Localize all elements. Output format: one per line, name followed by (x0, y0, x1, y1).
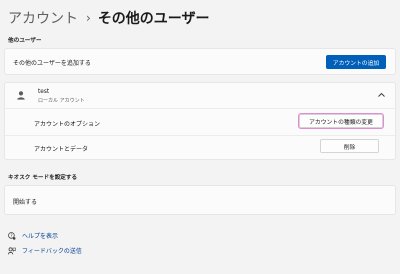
user-card-test: test ローカル アカウント アカウントのオプション アカウントの種類の変更 … (4, 82, 396, 160)
divider (5, 135, 395, 136)
help-icon: ? (8, 231, 16, 240)
page-title: その他のユーザー (97, 11, 210, 27)
help-link-text[interactable]: ヘルプを表示 (22, 231, 58, 240)
account-options-label: アカウントのオプション (34, 121, 101, 128)
add-account-button[interactable]: アカウントの追加 (326, 55, 386, 69)
add-user-card: その他のユーザーを追加する アカウントの追加 (4, 48, 396, 75)
divider (5, 108, 395, 109)
user-name: test (38, 89, 50, 95)
kiosk-section-title: キオスク モードを設定する (8, 175, 78, 181)
kiosk-start-label: 開始する (13, 199, 38, 206)
delete-account-button[interactable]: 削除 (320, 139, 379, 153)
account-data-label: アカウントとデータ (34, 146, 89, 153)
feedback-link-text[interactable]: フィードバックの送信 (22, 246, 82, 255)
add-other-user-label: その他のユーザーを追加する (13, 60, 91, 67)
breadcrumb: アカウント › その他のユーザー (8, 8, 210, 28)
breadcrumb-parent-accounts[interactable]: アカウント (8, 8, 78, 28)
chevron-up-icon[interactable] (378, 93, 385, 97)
kiosk-start-card[interactable]: 開始する (4, 185, 396, 215)
person-icon (17, 91, 25, 100)
help-link[interactable]: ? ヘルプを表示 (8, 231, 58, 240)
feedback-icon (8, 246, 16, 254)
user-header[interactable]: test ローカル アカウント (5, 83, 395, 107)
feedback-link[interactable]: フィードバックの送信 (8, 246, 82, 255)
change-account-type-button[interactable]: アカウントの種類の変更 (298, 113, 384, 129)
other-users-section-title: 他のユーザー (8, 38, 42, 44)
user-account-type: ローカル アカウント (38, 98, 85, 104)
breadcrumb-separator: › (86, 11, 91, 25)
